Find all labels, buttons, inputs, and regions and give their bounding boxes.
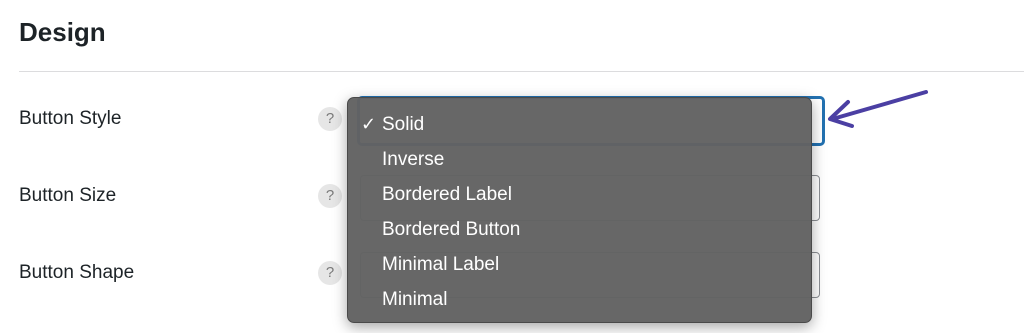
- dropdown-option-inverse[interactable]: Inverse: [348, 142, 811, 177]
- dropdown-option-label: Bordered Button: [382, 219, 521, 240]
- section-title: Design: [19, 17, 106, 47]
- button-style-dropdown-menu: ✓ Solid Inverse Bordered Label Bordered …: [347, 97, 812, 323]
- checkmark-icon: ✓: [361, 114, 377, 135]
- pointer-arrow-icon: [828, 90, 928, 128]
- button-size-label: Button Size: [19, 185, 117, 206]
- dropdown-option-bordered-label[interactable]: Bordered Label: [348, 177, 811, 212]
- button-style-help-icon[interactable]: ?: [318, 107, 342, 131]
- dropdown-option-label: Minimal Label: [382, 254, 500, 275]
- dropdown-option-minimal-label[interactable]: Minimal Label: [348, 247, 811, 282]
- dropdown-option-label: Inverse: [382, 149, 445, 170]
- button-shape-label: Button Shape: [19, 262, 135, 283]
- dropdown-option-label: Solid: [382, 114, 425, 135]
- button-shape-help-icon[interactable]: ?: [318, 261, 342, 285]
- dropdown-option-label: Bordered Label: [382, 184, 512, 205]
- dropdown-option-minimal[interactable]: Minimal: [348, 282, 811, 317]
- section-divider: [19, 71, 1024, 72]
- button-style-label: Button Style: [19, 108, 122, 129]
- button-size-help-icon[interactable]: ?: [318, 184, 342, 208]
- dropdown-option-bordered-button[interactable]: Bordered Button: [348, 212, 811, 247]
- dropdown-option-label: Minimal: [382, 289, 448, 310]
- dropdown-option-solid[interactable]: ✓ Solid: [348, 107, 811, 142]
